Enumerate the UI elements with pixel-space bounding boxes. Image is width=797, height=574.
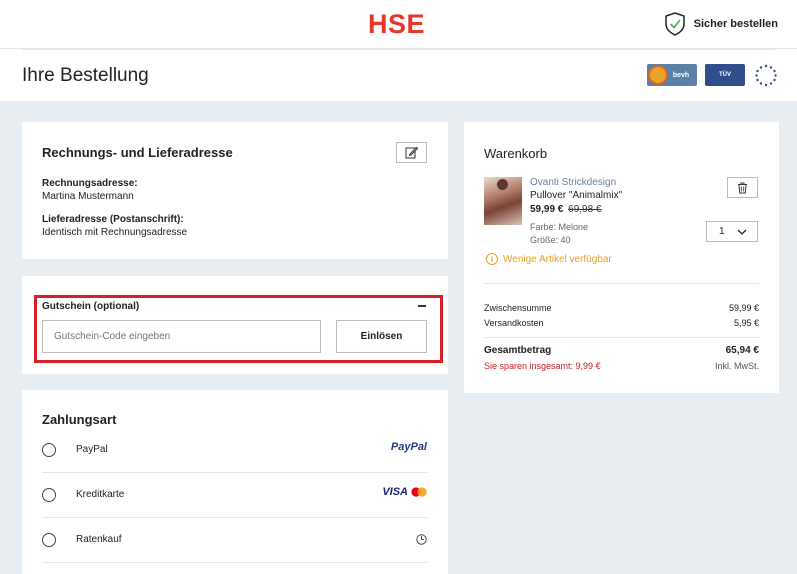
ehi-seal-text: bevh (672, 71, 690, 79)
savings-text: Sie sparen insgesamt: 9,99 € (484, 361, 601, 371)
divider (484, 283, 759, 284)
ehi-badge-icon (648, 65, 668, 85)
remove-item-button[interactable] (727, 177, 758, 198)
delivery-value: Identisch mit Rechnungsadresse (42, 227, 188, 238)
info-icon: i (486, 253, 498, 265)
tuv-seal-text: TÜV (719, 72, 731, 78)
delivery-address: Lieferadresse (Postanschrift): Identisch… (42, 213, 187, 239)
shipping-label: Versandkosten (484, 318, 544, 328)
radio-creditcard[interactable] (42, 488, 56, 502)
paypal-logo: PayPal (390, 441, 427, 453)
hse-logo[interactable]: HSE (368, 10, 425, 38)
product-price: 59,99 € 69,98 € (530, 204, 602, 215)
secure-label: Sicher bestellen (693, 18, 778, 30)
total-row: Gesamtbetrag 65,94 € (484, 345, 759, 356)
availability-notice: i Wenige Artikel verfügbar (486, 253, 612, 265)
page-title: Ihre Bestellung (22, 65, 149, 86)
quantity-value: 1 (719, 226, 725, 237)
old-price: 69,98 € (568, 204, 602, 215)
eu-stars-seal[interactable] (753, 63, 779, 87)
current-price: 59,99 € (530, 204, 564, 215)
subtotal-value: 59,99 € (728, 303, 759, 313)
total-label: Gesamtbetrag (484, 345, 552, 356)
billing-value: Martina Mustermann (42, 191, 134, 202)
product-name[interactable]: Pullover "Animalmix" (530, 190, 622, 201)
address-card: Rechnungs- und Lieferadresse Rechnungsad… (22, 122, 448, 259)
payment-option-paypal[interactable]: PayPal PayPal (42, 428, 427, 473)
payment-option-installment[interactable]: Ratenkauf (42, 518, 427, 563)
chevron-down-icon (737, 229, 747, 235)
trust-seals: bevh TÜV (647, 63, 779, 87)
radio-paypal[interactable] (42, 443, 56, 457)
total-value: 65,94 € (725, 345, 759, 356)
vat-note: Inkl. MwSt. (714, 361, 759, 371)
product-size: Größe: 40 (530, 235, 571, 245)
ehi-bevh-seal[interactable]: bevh (647, 64, 697, 86)
quantity-select[interactable]: 1 (706, 221, 758, 242)
voucher-highlight-box (34, 295, 443, 363)
product-brand[interactable]: Ovanti Strickdesign (530, 177, 616, 188)
tuv-seal[interactable]: TÜV (705, 64, 745, 86)
trash-icon (738, 182, 747, 193)
delivery-label: Lieferadresse (Postanschrift): (42, 214, 184, 225)
top-bar: HSE Sicher bestellen (0, 0, 797, 48)
billing-address: Rechnungsadresse: Martina Mustermann (42, 177, 138, 203)
card-logos: VISA (382, 486, 427, 498)
payment-label: PayPal (76, 444, 108, 455)
payment-option-creditcard[interactable]: Kreditkarte VISA (42, 473, 427, 518)
eu-stars-icon (755, 64, 777, 87)
availability-text: Wenige Artikel verfügbar (503, 253, 612, 265)
shield-check-icon (664, 12, 685, 36)
product-color: Farbe: Melone (530, 222, 589, 232)
divider (484, 337, 759, 338)
edit-address-button[interactable] (396, 142, 427, 163)
savings-row: Sie sparen insgesamt: 9,99 € Inkl. MwSt. (484, 361, 759, 371)
billing-label: Rechnungsadresse: (42, 178, 138, 189)
product-image[interactable] (484, 177, 522, 225)
shipping-value: 5,95 € (733, 318, 759, 328)
shipping-row: Versandkosten 5,95 € (484, 318, 759, 328)
subtotal-label: Zwischensumme (484, 303, 552, 313)
secure-checkout: Sicher bestellen (664, 12, 778, 36)
payment-label: Ratenkauf (76, 534, 122, 545)
cart-card: Warenkorb Ovanti Strickdesign Pullover "… (464, 122, 779, 393)
mastercard-icon (411, 487, 427, 497)
payment-label: Kreditkarte (76, 489, 125, 500)
edit-icon (405, 146, 418, 159)
visa-logo: VISA (382, 486, 408, 498)
payment-card: Zahlungsart PayPal PayPal Kreditkarte VI… (22, 390, 448, 574)
clock-icon (416, 534, 427, 545)
subtotal-row: Zwischensumme 59,99 € (484, 303, 759, 313)
title-bar: Ihre Bestellung bevh TÜV (0, 48, 797, 101)
payment-title: Zahlungsart (42, 412, 117, 427)
cart-title: Warenkorb (484, 146, 548, 161)
address-title: Rechnungs- und Lieferadresse (42, 145, 233, 160)
divider (22, 49, 775, 50)
radio-installment[interactable] (42, 533, 56, 547)
